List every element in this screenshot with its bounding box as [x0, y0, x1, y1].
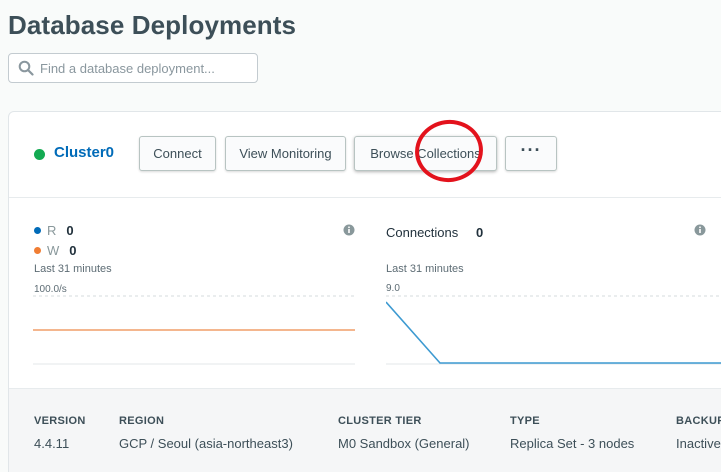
connections-info-icon[interactable]	[694, 224, 706, 236]
legend-r: R 0	[34, 223, 74, 238]
search-input[interactable]	[40, 55, 250, 81]
search-icon	[12, 54, 40, 82]
view-monitoring-button[interactable]: View Monitoring	[225, 136, 346, 171]
region-value: GCP / Seoul (asia-northeast3)	[119, 436, 293, 451]
connections-label: Connections	[386, 225, 459, 240]
cluster-details: VERSION 4.4.11 REGION GCP / Seoul (asia-…	[9, 388, 721, 472]
cluster-header: Cluster0 Connect View Monitoring Browse …	[9, 112, 721, 198]
connections-max-label: 9.0	[386, 283, 400, 294]
page-title: Database Deployments	[8, 10, 297, 40]
ops-period: Last 31 minutes	[34, 263, 112, 275]
connect-button[interactable]: Connect	[139, 136, 216, 171]
type-value: Replica Set - 3 nodes	[510, 436, 635, 451]
r-value: 0	[66, 223, 74, 238]
version-value: 4.4.11	[34, 436, 70, 451]
backups-heading: BACKUPS	[676, 415, 721, 427]
cluster-card: Cluster0 Connect View Monitoring Browse …	[8, 111, 721, 472]
status-dot-icon	[34, 149, 45, 160]
w-dot-icon	[34, 247, 41, 254]
cluster-tier-heading: CLUSTER TIER	[338, 415, 422, 427]
r-label: R	[47, 223, 57, 238]
w-label: W	[47, 243, 60, 258]
metrics-section: R 0 W 0 Last 31 minutes 100.0/s Connecti…	[9, 199, 721, 389]
cluster-tier-value: M0 Sandbox (General)	[338, 436, 470, 451]
cluster-name-link[interactable]: Cluster0	[54, 144, 114, 161]
w-value: 0	[69, 243, 77, 258]
page: Database Deployments Cluster0 Connect Vi…	[0, 0, 721, 472]
ops-chart	[33, 295, 355, 365]
browse-collections-button[interactable]: Browse Collections	[354, 136, 497, 171]
ops-max-label: 100.0/s	[34, 284, 67, 295]
more-options-button[interactable]: ···	[505, 136, 557, 171]
connections-chart	[386, 295, 721, 365]
backups-value: Inactive	[676, 436, 721, 451]
type-heading: TYPE	[510, 415, 540, 427]
legend-w: W 0	[34, 243, 77, 258]
connections-value: 0	[476, 225, 484, 240]
ops-info-icon[interactable]	[343, 224, 355, 236]
r-dot-icon	[34, 227, 41, 234]
search-box[interactable]	[8, 53, 258, 83]
region-heading: REGION	[119, 415, 165, 427]
version-heading: VERSION	[34, 415, 86, 427]
connections-period: Last 31 minutes	[386, 263, 464, 275]
